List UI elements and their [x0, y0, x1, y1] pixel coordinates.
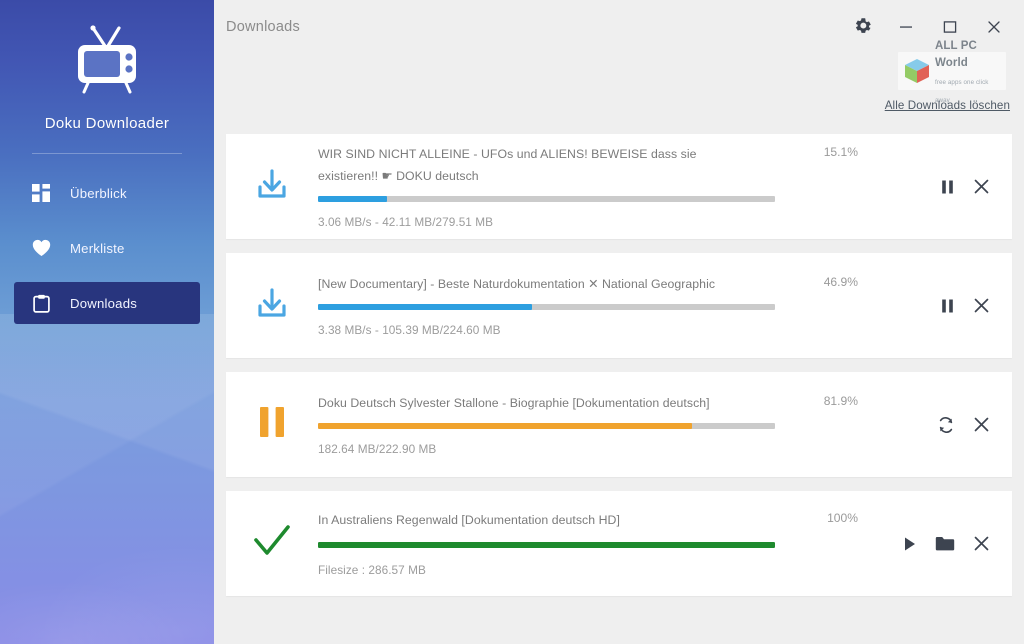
watermark-title: ALL PC World: [935, 39, 977, 70]
resume-button[interactable]: [937, 416, 955, 434]
app-window: Doku Downloader Überblick Merkliste Down…: [0, 0, 1024, 644]
download-info: [New Documentary] - Beste Naturdokumenta…: [318, 253, 884, 358]
cancel-button[interactable]: [973, 416, 990, 433]
download-actions: [884, 491, 1012, 596]
sidebar-item-label: Merkliste: [70, 240, 125, 256]
download-meta: 3.38 MB/s - 105.39 MB/224.60 MB: [318, 323, 501, 338]
sidebar-background-image: [0, 314, 214, 644]
sidebar-item-label: Downloads: [70, 295, 138, 311]
progress-bar-fill: [318, 304, 533, 311]
download-meta: Filesize : 286.57 MB: [318, 563, 426, 578]
download-info: WIR SIND NICHT ALLEINE - UFOs und ALIENS…: [318, 134, 884, 239]
download-icon: [253, 284, 291, 327]
download-row[interactable]: [New Documentary] - Beste Naturdokumenta…: [226, 253, 1012, 358]
download-meta: 182.64 MB/222.90 MB: [318, 442, 437, 457]
watermark: ALL PC World free apps one click away: [898, 40, 1006, 103]
progress-bar: [318, 195, 775, 202]
cube-logo-icon: [903, 57, 931, 85]
play-button[interactable]: [903, 536, 917, 552]
clipboard-icon: [31, 293, 51, 313]
download-percent: 100%: [827, 510, 858, 525]
download-title: WIR SIND NICHT ALLEINE - UFOs und ALIENS…: [318, 147, 697, 183]
clear-all-downloads-link[interactable]: Alle Downloads löschen: [885, 99, 1010, 112]
download-info: Doku Deutsch Sylvester Stallone - Biogra…: [318, 372, 884, 477]
download-actions: [884, 372, 1012, 477]
download-actions: [884, 134, 1012, 239]
settings-button[interactable]: [840, 12, 884, 46]
tv-icon: [64, 24, 150, 101]
download-title: In Australiens Regenwald [Dokumentation …: [318, 512, 620, 527]
remove-button[interactable]: [973, 535, 990, 552]
progress-bar-fill: [318, 195, 387, 202]
progress-bar-fill: [318, 542, 775, 549]
sidebar-nav: Überblick Merkliste Downloads: [0, 172, 214, 324]
progress-bar-fill: [318, 423, 693, 430]
check-icon: [252, 524, 292, 563]
download-info: In Australiens Regenwald [Dokumentation …: [318, 491, 884, 596]
download-percent: 15.1%: [823, 145, 858, 160]
sidebar-item-downloads[interactable]: Downloads: [14, 282, 200, 324]
sidebar-divider: [32, 153, 182, 154]
cancel-button[interactable]: [973, 297, 990, 314]
minimize-icon: [898, 19, 914, 40]
pause-icon: [255, 404, 289, 445]
sidebar-item-label: Überblick: [70, 185, 127, 201]
progress-bar: [318, 542, 775, 549]
minimize-button[interactable]: [884, 12, 928, 46]
download-row[interactable]: In Australiens Regenwald [Dokumentation …: [226, 491, 1012, 596]
progress-bar: [318, 423, 775, 430]
downloads-list: WIR SIND NICHT ALLEINE - UFOs und ALIENS…: [214, 122, 1024, 644]
download-percent: 46.9%: [823, 274, 858, 289]
brand-name: Doku Downloader: [44, 115, 170, 132]
download-row[interactable]: Doku Deutsch Sylvester Stallone - Biogra…: [226, 372, 1012, 477]
progress-bar: [318, 304, 775, 311]
download-actions: [884, 253, 1012, 358]
download-title: Doku Deutsch Sylvester Stallone - Biogra…: [318, 395, 710, 410]
download-status-icon-wrap: [226, 253, 318, 358]
sidebar: Doku Downloader Überblick Merkliste Down…: [0, 0, 214, 644]
download-status-icon-wrap: [226, 372, 318, 477]
brand: Doku Downloader: [0, 0, 214, 132]
cancel-button[interactable]: [973, 178, 990, 195]
sidebar-item-uberblick[interactable]: Überblick: [14, 172, 200, 214]
gear-icon: [854, 18, 871, 40]
download-percent: 81.9%: [823, 393, 858, 408]
folder-icon[interactable]: [935, 535, 955, 552]
pause-button[interactable]: [940, 298, 955, 314]
topbar: Downloads ALL PC World free apps one cli…: [214, 0, 1024, 122]
pause-button[interactable]: [940, 179, 955, 195]
heart-icon: [31, 238, 51, 258]
sidebar-item-merkliste[interactable]: Merkliste: [14, 227, 200, 269]
download-status-icon-wrap: [226, 134, 318, 239]
download-row[interactable]: WIR SIND NICHT ALLEINE - UFOs und ALIENS…: [226, 134, 1012, 239]
download-meta: 3.06 MB/s - 42.11 MB/279.51 MB: [318, 214, 494, 229]
download-title: [New Documentary] - Beste Naturdokumenta…: [318, 276, 716, 291]
page-title: Downloads: [226, 19, 300, 35]
download-icon: [253, 165, 291, 208]
download-status-icon-wrap: [226, 491, 318, 596]
dashboard-grid-icon: [31, 183, 51, 203]
main-content: Downloads ALL PC World free apps one cli…: [214, 0, 1024, 644]
